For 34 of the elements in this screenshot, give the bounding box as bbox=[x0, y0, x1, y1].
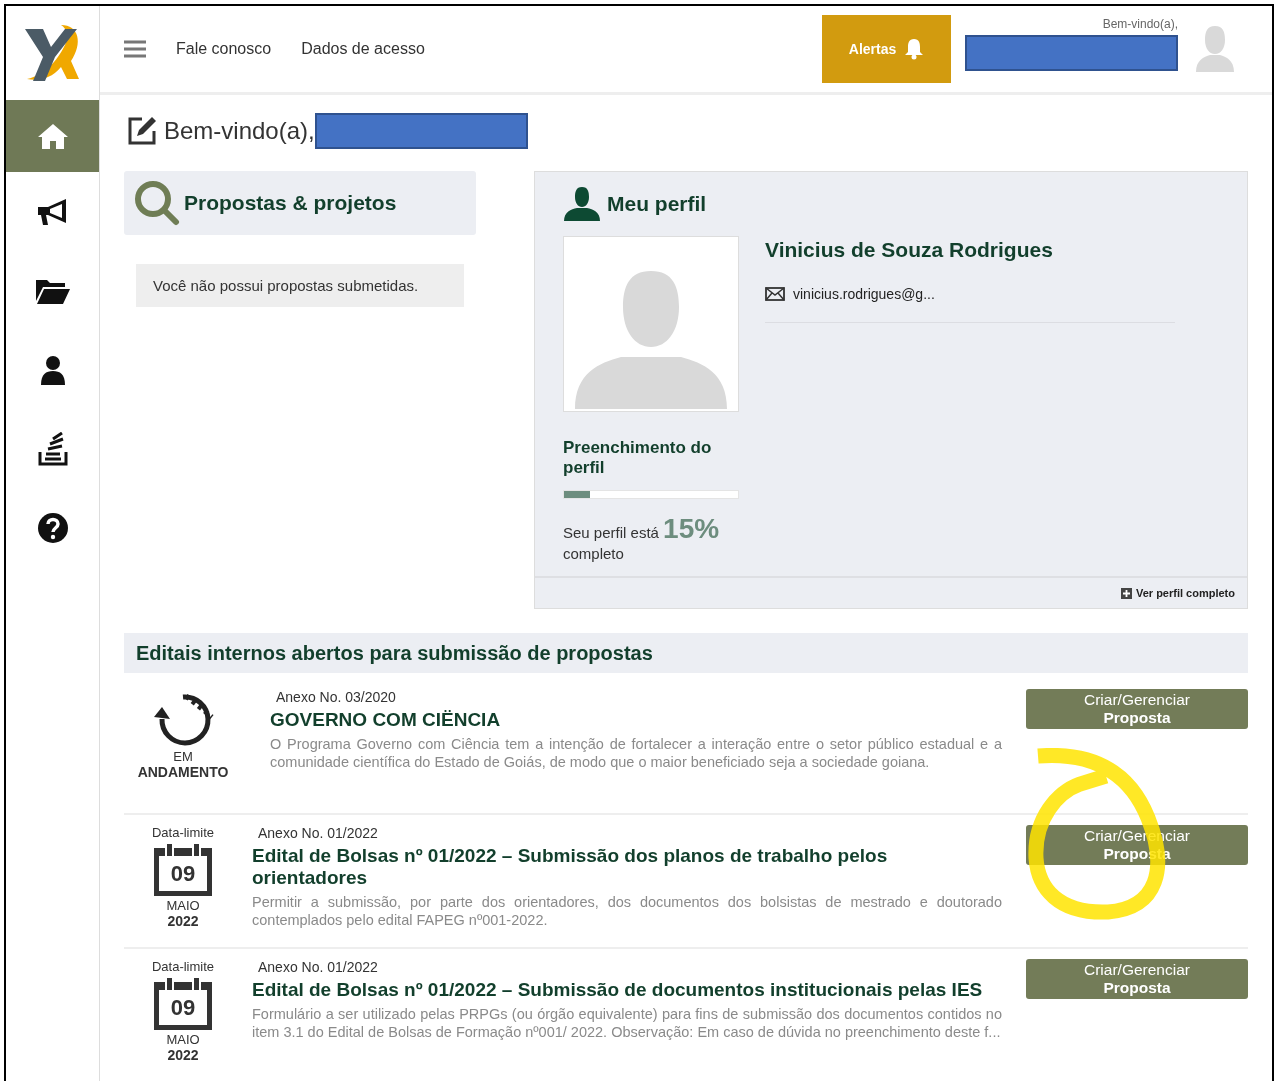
profile-name: Vinicius de Souza Rodrigues bbox=[765, 238, 1054, 262]
deadline-label: Data-limite bbox=[151, 959, 215, 974]
annex-number: Anexo No. 01/2022 bbox=[258, 959, 379, 975]
empty-message: Você não possui propostas submetidas. bbox=[136, 264, 464, 307]
page-title: Bem-vindo(a), bbox=[164, 117, 315, 145]
section-title: Editais internos abertos para submissão de propostas bbox=[136, 641, 653, 665]
create-proposal-button[interactable]: Criar/Gerenciar Proposta bbox=[1026, 689, 1248, 729]
email-text: vinicius.rodrigues@g... bbox=[793, 286, 935, 302]
section-title: Propostas & projetos bbox=[184, 191, 397, 215]
completion-title: Preenchimento do perfil bbox=[563, 438, 713, 478]
call-description: O Programa Governo com Ciência tem a intenção de fortalecer a interação entre o setor público estadual e a comunidade científica do Estado de Goiás, de modo que o maior beneficiado seja a sociedade goiana. bbox=[270, 735, 1002, 771]
call-description: Permitir a submissão, por parte dos orientadores, dos documentos dos bolsistas de mestrado e doutorado contemplados pelo edital FAPEG nº001-2022. bbox=[252, 893, 1002, 929]
completion-label: completo bbox=[563, 545, 625, 562]
annex-number: Anexo No. 03/2020 bbox=[276, 689, 397, 705]
status-label: ANDAMENTO bbox=[137, 764, 229, 780]
call-description: Formulário a ser utilizado pelas PRPGs (ou órgão equivalente) para fins de submissão dos documentos contidos no item 3.1 do Edital de Bolsas de Formação nº001/ 2022. Observação: Em caso de dúvida no preenchimento deste f... bbox=[252, 1005, 1002, 1041]
section-title: Meu perfil bbox=[607, 192, 707, 216]
view-profile-link[interactable]: Ver perfil completo bbox=[1120, 587, 1235, 599]
deadline-year: 2022 bbox=[167, 1047, 199, 1063]
deadline-year: 2022 bbox=[167, 913, 199, 929]
create-proposal-button[interactable]: Criar/Gerenciar Proposta bbox=[1026, 959, 1248, 999]
deadline-month: MAIO bbox=[166, 1032, 200, 1047]
nav-link[interactable]: Dados de acesso bbox=[301, 40, 425, 58]
call-title: Edital de Bolsas nº 01/2022 – Submissão dos planos de trabalho pelos orientadores bbox=[252, 845, 889, 889]
deadline-month: MAIO bbox=[166, 898, 200, 913]
completion-percent: 15% bbox=[663, 513, 720, 544]
greeting-text: Bem-vindo(a), bbox=[1102, 17, 1178, 31]
completion-label: Seu perfil está bbox=[563, 524, 659, 541]
nav-link[interactable]: Fale conosco bbox=[176, 40, 272, 58]
call-title: Edital de Bolsas nº 01/2022 – Submissão de documentos institucionais pelas IES bbox=[252, 979, 984, 1001]
deadline-label: Data-limite bbox=[151, 825, 215, 840]
call-title: GOVERNO COM CIËNCIA bbox=[270, 709, 502, 731]
status-label: EM bbox=[173, 749, 193, 764]
annex-number: Anexo No. 01/2022 bbox=[258, 825, 379, 841]
